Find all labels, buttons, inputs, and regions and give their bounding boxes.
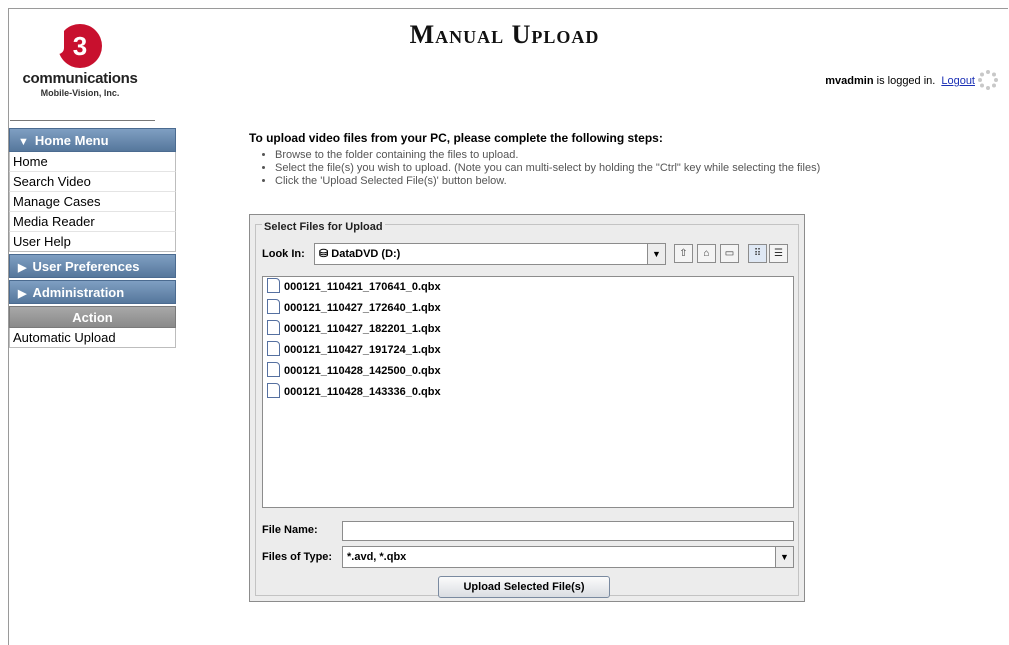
file-list-item[interactable]: 000121_110427_191724_1.qbx [263,340,793,361]
administration-header[interactable]: ▶ Administration [9,280,176,304]
file-icon [267,362,280,377]
divider [10,120,155,121]
sidebar-item-manage-cases[interactable]: Manage Cases [9,192,176,212]
logged-in-text: is logged in. [873,75,936,87]
chevron-down-icon[interactable]: ▼ [647,244,665,264]
sidebar-item-home[interactable]: Home [9,152,176,172]
username: mvadmin [825,75,874,87]
instructions-list: Browse to the folder containing the file… [249,149,949,188]
files-of-type-label: Files of Type: [262,551,333,563]
file-name-text: 000121_110428_142500_0.qbx [284,365,441,377]
administration-label: Administration [32,285,125,300]
look-in-label: Look In: [262,248,305,260]
file-icon [267,299,280,314]
file-list-item[interactable]: 000121_110427_172640_1.qbx [263,298,793,319]
home-folder-icon[interactable]: ⌂ [697,244,716,263]
file-chooser-legend: Select Files for Upload [262,221,385,233]
login-status: mvadmin is logged in. Logout [825,75,975,87]
instruction-step: Click the 'Upload Selected File(s)' butt… [275,175,949,188]
triangle-right-icon: ▶ [18,288,27,300]
file-list-item[interactable]: 000121_110428_143336_0.qbx [263,382,793,403]
home-menu-label: Home Menu [34,133,109,148]
sidebar-item-media-reader[interactable]: Media Reader [9,212,176,232]
file-name-field[interactable] [342,521,794,541]
file-icon [267,383,280,398]
file-list-item[interactable]: 000121_110427_182201_1.qbx [263,319,793,340]
file-icon [267,341,280,356]
file-name-text: 000121_110427_172640_1.qbx [284,302,441,314]
triangle-right-icon: ▶ [18,262,27,274]
instruction-step: Browse to the folder containing the file… [275,149,949,162]
file-name-text: 000121_110427_191724_1.qbx [284,344,441,356]
logo-company-text: communications [22,70,138,87]
list-view-icon[interactable]: ⠿ [748,244,767,263]
sidebar-nav: ▼ Home Menu Home Search Video Manage Case… [9,126,176,348]
file-name-text: 000121_110421_170641_0.qbx [284,281,441,293]
loading-spinner-icon [978,70,998,90]
files-of-type-dropdown[interactable]: *.avd, *.qbx ▼ [342,546,794,568]
up-folder-icon[interactable]: ⇧ [674,244,693,263]
action-header: Action [9,306,176,328]
file-name-text: 000121_110428_143336_0.qbx [284,386,441,398]
upload-instructions: To upload video files from your PC, plea… [249,131,949,188]
upload-selected-files-button[interactable]: Upload Selected File(s) [438,576,610,598]
user-preferences-label: User Preferences [32,259,140,274]
file-icon [267,278,280,293]
instruction-step: Select the file(s) you wish to upload. (… [275,162,949,175]
chevron-down-icon[interactable]: ▼ [775,547,793,567]
file-name-text: 000121_110427_182201_1.qbx [284,323,441,335]
sidebar-item-automatic-upload[interactable]: Automatic Upload [9,328,176,348]
look-in-dropdown[interactable]: ⛁ DataDVD (D:) ▼ [314,243,666,265]
details-view-icon[interactable]: ☰ [769,244,788,263]
drive-icon: ⛁ [319,248,332,260]
file-list[interactable]: 000121_110421_170641_0.qbx 000121_110427… [262,276,794,508]
new-folder-icon[interactable]: ▭ [720,244,739,263]
file-list-item[interactable]: 000121_110428_142500_0.qbx [263,361,793,382]
home-menu-header[interactable]: ▼ Home Menu [9,128,176,152]
file-icon [267,320,280,335]
sidebar-item-user-help[interactable]: User Help [9,232,176,252]
page-title: Manual Upload [409,20,600,49]
user-preferences-header[interactable]: ▶ User Preferences [9,254,176,278]
file-chooser-panel: Select Files for Upload Look In: ⛁ DataD… [249,214,805,602]
sidebar-item-search-video[interactable]: Search Video [9,172,176,192]
file-list-item[interactable]: 000121_110421_170641_0.qbx [263,277,793,298]
files-of-type-value: *.avd, *.qbx [347,551,407,563]
logout-link[interactable]: Logout [941,75,975,87]
triangle-down-icon: ▼ [18,136,29,148]
file-name-label: File Name: [262,524,318,536]
look-in-value: DataDVD (D:) [331,248,401,260]
logo-subtitle: Mobile-Vision, Inc. [40,88,120,98]
instructions-title: To upload video files from your PC, plea… [249,131,663,145]
